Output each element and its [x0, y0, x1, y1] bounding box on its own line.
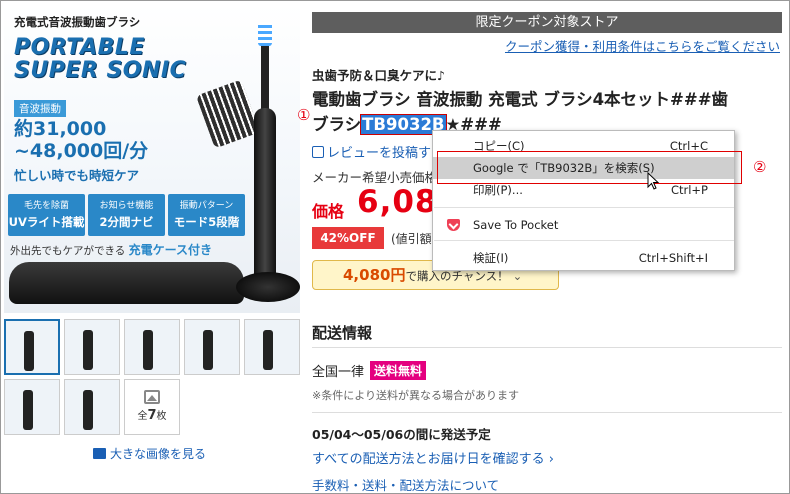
shipping-region-line: 全国一律 送料無料	[312, 361, 427, 380]
annotation-marker-1: ①	[297, 106, 311, 124]
context-menu-inspect[interactable]: 検証(I) Ctrl+Shift+I	[433, 247, 734, 269]
coupon-store-bar: 限定クーポン対象ストア	[312, 12, 782, 33]
feature-badge-big: UVライト搭載	[8, 215, 85, 229]
discount-note: (値引額	[391, 232, 432, 246]
feature-badges: 毛先を除菌 UVライト搭載 お知らせ機能 2分間ナビ 振動パターン モード5段階	[8, 194, 245, 236]
thumbnail-image	[203, 330, 213, 370]
feature-badge-big: モード5段階	[173, 215, 240, 229]
case-text: 外出先でもケアができる	[10, 245, 126, 257]
feature-badge-big: 2分間ナビ	[99, 215, 154, 229]
brush-head-closeup	[195, 79, 261, 149]
case-highlight: 充電ケース付き	[128, 243, 213, 257]
view-large-label: 大きな画像を見る	[110, 447, 207, 461]
menu-item-label: 印刷(P)...	[473, 183, 523, 197]
discount-badge: 42%OFF	[312, 227, 384, 249]
image-icon	[93, 448, 106, 459]
write-review-link[interactable]: レビューを投稿す	[312, 142, 431, 161]
thumbnail-5[interactable]	[244, 319, 300, 375]
hero-tagline: 充電式音波振動歯ブラシ	[14, 15, 141, 29]
pocket-icon	[447, 219, 460, 231]
thumbnail-4[interactable]	[184, 319, 240, 375]
thumbnail-image	[23, 390, 33, 430]
hero-brand-title: PORTABLE SUPER SONIC	[14, 35, 187, 83]
thumbnail-7[interactable]	[64, 379, 120, 435]
annotation-highlight-box	[437, 151, 742, 184]
menu-separator	[434, 207, 734, 208]
hero-wave-label: 音波振動	[14, 100, 66, 117]
feature-badge-small: 振動パターン	[179, 201, 234, 211]
menu-separator	[434, 240, 734, 241]
thumbnail-2[interactable]	[64, 319, 120, 375]
feature-badge-small: 毛先を除菌	[23, 201, 69, 211]
feature-badge: お知らせ機能 2分間ナビ	[88, 194, 165, 236]
edit-icon	[312, 145, 324, 158]
write-review-label: レビューを投稿す	[327, 146, 432, 161]
annotation-marker-2: ②	[753, 158, 767, 176]
thumbnail-image	[83, 390, 93, 430]
product-main-image[interactable]: 充電式音波振動歯ブラシ PORTABLE SUPER SONIC 音波振動 約3…	[4, 4, 300, 313]
shipping-region: 全国一律	[312, 365, 365, 380]
chevron-down-icon: ⌄	[512, 269, 523, 283]
thumbnail-image	[143, 330, 153, 370]
menu-item-label: 検証(I)	[473, 251, 509, 265]
shipping-methods-link[interactable]: すべての配送方法とお届け日を確認する ›	[312, 448, 554, 467]
toothbrush-body	[254, 108, 276, 292]
view-large-image-link[interactable]: 大きな画像を見る	[93, 445, 206, 462]
feature-badge: 振動パターン モード5段階	[168, 194, 245, 236]
feature-badge-small: お知らせ機能	[99, 201, 154, 211]
divider	[312, 347, 782, 348]
hero-frequency: 約31,000 ~48,000回/分	[14, 118, 149, 162]
thumbnail-3[interactable]	[124, 319, 180, 375]
divider	[312, 412, 782, 413]
thumbnail-image	[263, 330, 273, 370]
product-title-line1: 電動歯ブラシ 音波振動 充電式 ブラシ4本セット###歯	[312, 90, 729, 109]
coupon-chance-text: で購入のチャンス！	[405, 269, 509, 283]
shipping-date: 05/04～05/06の間に発送予定	[312, 427, 491, 442]
context-menu-save-to-pocket[interactable]: Save To Pocket	[433, 214, 734, 236]
thumbnail-image	[83, 330, 93, 370]
price-label: 価格	[312, 202, 345, 221]
hero-case-text: 外出先でもケアができる 充電ケース付き	[10, 241, 212, 258]
image-icon	[144, 390, 160, 404]
menu-item-shortcut: Ctrl+Shift+I	[638, 251, 708, 265]
image-count: 全7枚	[137, 408, 167, 423]
hero-subline: 忙しい時でも時短ケア	[14, 168, 140, 183]
product-catchcopy: 虫歯予防＆口臭ケアに♪	[312, 68, 445, 83]
toothbrush-head	[258, 22, 272, 46]
charging-stand	[236, 272, 300, 302]
menu-item-label: Save To Pocket	[473, 218, 559, 232]
thumbnail-image	[24, 331, 34, 371]
charging-case	[9, 262, 244, 304]
thumbnail-1[interactable]	[4, 319, 60, 375]
coupon-price: 4,080円	[343, 266, 406, 284]
feature-badge: 毛先を除菌 UVライト搭載	[8, 194, 85, 236]
shipping-heading: 配送情報	[312, 324, 373, 342]
all-images-button[interactable]: 全7枚	[124, 379, 180, 435]
thumbnail-6[interactable]	[4, 379, 60, 435]
free-shipping-badge: 送料無料	[370, 361, 427, 380]
coupon-conditions-link[interactable]: クーポン獲得・利用条件はこちらをご覧ください	[505, 36, 780, 55]
shipping-fees-link[interactable]: 手数料・送料・配送方法について	[312, 475, 499, 494]
shipping-note: ※条件により送料が異なる場合があります	[312, 389, 519, 402]
